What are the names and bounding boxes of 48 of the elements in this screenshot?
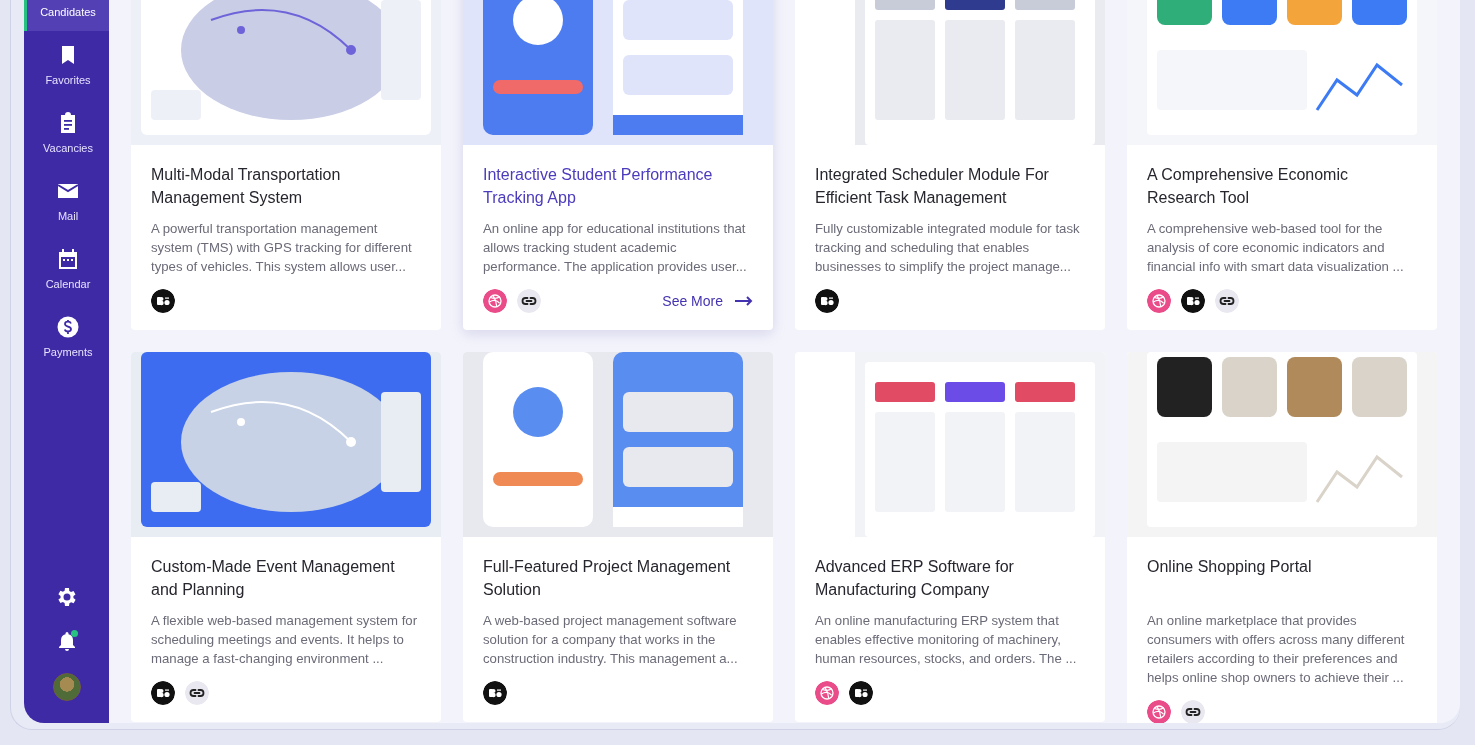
project-card[interactable]: Interactive Student Performance Tracking App An online app for educational institutions that allows tracking student academic performance. The application provides user... See More [463,0,773,330]
ball-icon[interactable] [1147,289,1171,313]
sidebar-item[interactable]: Favorites [24,31,109,99]
project-card[interactable]: Multi-Modal Transportation Management System A powerful transportation management system (TMS) with GPS tracking for different types of vehicles. This system allows user... [131,0,441,330]
logo-icon[interactable] [815,289,839,313]
project-title: Multi-Modal Transportation Management System [151,165,342,208]
project-description: An online manufacturing ERP system that enables effective monitoring of machinery, human resources, stocks, and orders. The ... [815,612,1078,668]
project-description: A flexible web-based management system for scheduling meetings and events. It helps to manage a fast-changing environment ... [151,612,419,668]
link-icon[interactable] [1215,289,1239,313]
project-card[interactable]: Advanced ERP Software for Manufacturing Company An online manufacturing ERP system that enables effective monitoring of machinery, human resources, stocks, and orders. The ... [795,352,1105,722]
link-icon[interactable] [185,681,209,705]
logo-icon[interactable] [1181,289,1205,313]
logo-icon[interactable] [483,681,507,705]
project-description: An online marketplace that provides consumers with offers across many different retailers according to their preferences and helps online shop owners to achieve their ... [1147,612,1406,687]
calendar-icon [56,247,80,271]
arrow-right-icon [735,296,753,306]
project-title: Advanced ERP Software for Manufacturing Company [815,557,1015,600]
project-title: Integrated Scheduler Module For Efficient Task Management [815,165,1050,208]
logo-icon[interactable] [151,681,175,705]
sidebar-item[interactable]: Vacancies [24,99,109,167]
project-card[interactable]: A Comprehensive Economic Research Tool A comprehensive web-based tool for the analysis of core economic indicators and financial info with smart data visualization ... [1127,0,1437,330]
logo-icon[interactable] [151,289,175,313]
project-description: A comprehensive web-based tool for the analysis of core economic indicators and financial info with smart data visualization ... [1147,220,1405,276]
sidebar-item[interactable]: Candidates [24,0,109,31]
project-description: A powerful transportation management system (TMS) with GPS tracking for different types of vehicles. This system allows user... [151,220,413,276]
project-card[interactable]: Integrated Scheduler Module For Efficient Task Management Fully customizable integrated module for task tracking and scheduling that enables businesses to simplify the project manage... [795,0,1105,330]
see-more-link[interactable]: See More [662,293,753,309]
project-description: An online app for educational institutions that allows tracking student academic performance. The application provides user... [483,220,748,276]
sidebar-item[interactable]: Mail [24,167,109,235]
project-title: Full-Featured Project Management Solution [483,557,732,600]
project-card[interactable]: Online Shopping Portal An online marketplace that provides consumers with offers across many different retailers according to their preferences and helps online shop owners to achieve their ... [1127,352,1437,723]
logo-icon[interactable] [849,681,873,705]
dollar-icon [56,315,80,339]
project-title: Custom-Made Event Management and Planning [151,557,396,600]
ball-icon[interactable] [483,289,507,313]
link-icon[interactable] [517,289,541,313]
project-title: Interactive Student Performance Tracking App [483,165,714,208]
ball-icon[interactable] [815,681,839,705]
project-card[interactable]: Custom-Made Event Management and Planning A flexible web-based management system for scheduling meetings and events. It helps to manage a fast-changing environment ... [131,352,441,722]
link-icon[interactable] [1181,700,1205,723]
project-title: A Comprehensive Economic Research Tool [1147,165,1349,208]
sidebar-item[interactable]: Payments [24,303,109,371]
project-card[interactable]: Full-Featured Project Management Solution A web-based project management software solution for a company that works in the construction industry. This management a... [463,352,773,722]
project-description: Fully customizable integrated module for task tracking and scheduling that enables businesses to simplify the project manage... [815,220,1081,276]
sidebar-item[interactable]: Calendar [24,235,109,303]
project-description: A web-based project management software solution for a company that works in the construction industry. This management a... [483,612,739,668]
user-avatar[interactable] [52,673,81,701]
project-title: Online Shopping Portal [1147,557,1313,577]
